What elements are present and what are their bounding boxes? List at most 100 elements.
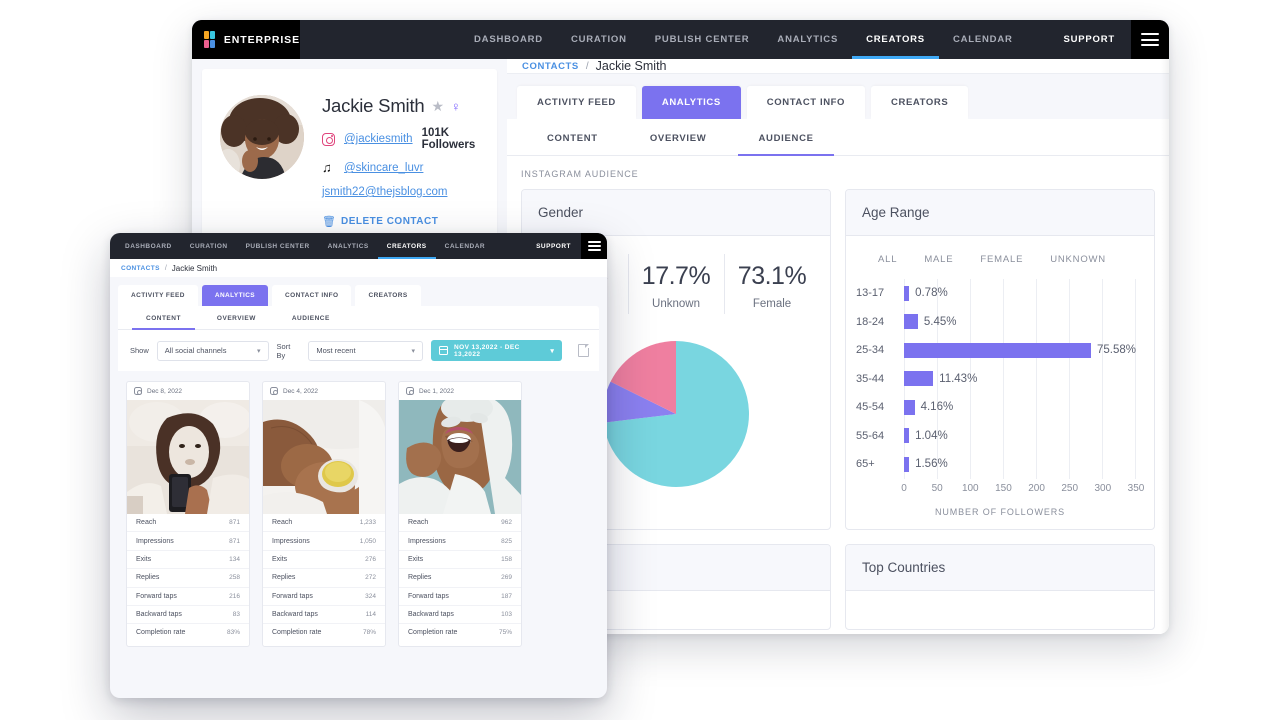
post-metric-row: Completion rate 75% <box>399 623 521 641</box>
post-metric-value: 962 <box>501 519 512 527</box>
hamburger-menu-icon[interactable] <box>1131 20 1169 59</box>
gender-stat-unknown-value: 17.7% <box>641 262 711 290</box>
post-card[interactable]: Dec 1, 2022 Reach 962 Impressions 825 Exits 1… <box>398 381 522 647</box>
nav-item-analytics[interactable]: ANALYTICS <box>763 20 852 59</box>
tiktok-handle-link[interactable]: @skincare_luvr <box>344 162 423 174</box>
gender-stat-female: 73.1% Female <box>724 248 820 320</box>
export-file-icon[interactable] <box>578 344 589 357</box>
gender-card-title: Gender <box>522 190 830 236</box>
post-card[interactable]: Dec 4, 2022 Reach 1,233 Impressions 1,050 Ex… <box>262 381 386 647</box>
nav-item-curation[interactable]: CURATION <box>557 20 641 59</box>
nav-item-creators[interactable]: CREATORS <box>852 20 939 59</box>
post-metric-row: Reach 1,233 <box>263 514 385 531</box>
age-filter-male[interactable]: MALE <box>924 254 980 265</box>
instagram-handle-link[interactable]: @jackiesmith <box>344 133 413 145</box>
post-metric-label: Completion rate <box>408 629 458 637</box>
age-bar-category-label: 55-64 <box>856 429 885 442</box>
front-subtab-content[interactable]: CONTENT <box>128 306 199 330</box>
age-bar-value-label: 1.04% <box>915 429 948 442</box>
age-bar-category-label: 18-24 <box>856 315 885 328</box>
front-tab-activity-feed[interactable]: ACTIVITY FEED <box>118 285 198 306</box>
star-icon[interactable]: ★ <box>431 98 444 115</box>
x-axis-tick: 0 <box>901 482 907 494</box>
gender-stat-female-label: Female <box>752 298 792 310</box>
post-card[interactable]: Dec 8, 2022 Reach 871 Impressions 871 Exits 1… <box>126 381 250 647</box>
front-tab-contact-info[interactable]: CONTACT INFO <box>272 285 352 306</box>
front-hamburger-menu-icon[interactable] <box>581 233 607 259</box>
subtab-audience[interactable]: AUDIENCE <box>732 119 839 156</box>
email-link[interactable]: jsmith22@thejsblog.com <box>322 186 479 198</box>
tab-contact-info[interactable]: CONTACT INFO <box>746 86 866 119</box>
post-metric-label: Impressions <box>408 537 446 545</box>
subtab-overview[interactable]: OVERVIEW <box>624 119 733 155</box>
tab-analytics[interactable]: ANALYTICS <box>641 86 741 119</box>
profile-name-row: Jackie Smith ★ ♀ <box>322 95 479 117</box>
tab-activity-feed[interactable]: ACTIVITY FEED <box>517 86 636 119</box>
front-nav-item-curation[interactable]: CURATION <box>181 233 237 259</box>
front-nav-item-analytics[interactable]: ANALYTICS <box>319 233 378 259</box>
front-nav-item-publish-center[interactable]: PUBLISH CENTER <box>237 233 319 259</box>
brand-logo-block[interactable]: ENTERPRISE <box>192 20 300 59</box>
post-thumbnail <box>127 400 249 514</box>
front-content-area: Dec 8, 2022 Reach 871 Impressions 871 Exits 1… <box>110 371 607 681</box>
post-metric-row: Impressions 871 <box>127 531 249 549</box>
delete-contact-label: DELETE CONTACT <box>340 216 439 227</box>
topbar-right: SUPPORT <box>1047 20 1169 59</box>
front-nav-item-dashboard[interactable]: DASHBOARD <box>116 233 181 259</box>
post-metric-value: 1,233 <box>359 519 376 527</box>
support-link[interactable]: SUPPORT <box>1047 34 1131 45</box>
breadcrumb-contacts-link[interactable]: CONTACTS <box>522 61 579 72</box>
age-filter-unknown[interactable]: UNKNOWN <box>1050 254 1133 265</box>
subtab-content[interactable]: CONTENT <box>521 119 624 155</box>
post-metric-row: Completion rate 83% <box>127 623 249 641</box>
date-range-button[interactable]: NOV 13,2022 - DEC 13,2022 ▾ <box>431 340 563 361</box>
front-support-link[interactable]: SUPPORT <box>526 243 581 250</box>
trash-icon: 🗑 <box>322 216 336 228</box>
post-metric-value: 103 <box>501 611 512 619</box>
post-thumbnail <box>399 400 521 514</box>
front-nav-item-creators[interactable]: CREATORS <box>377 233 436 259</box>
front-nav-links: DASHBOARD CURATION PUBLISH CENTER ANALYT… <box>116 233 494 259</box>
age-filter-female[interactable]: FEMALE <box>980 254 1050 265</box>
tab-row: ACTIVITY FEED ANALYTICS CONTACT INFO CRE… <box>517 86 1169 119</box>
instagram-icon <box>270 387 278 395</box>
front-nav-item-calendar[interactable]: CALENDAR <box>436 233 494 259</box>
age-bar-category-label: 13-17 <box>856 287 885 300</box>
front-tab-analytics[interactable]: ANALYTICS <box>201 285 269 306</box>
top-countries-card-title: Top Countries <box>846 544 1154 591</box>
front-tab-creators[interactable]: CREATORS <box>355 285 421 306</box>
post-metric-label: Backward taps <box>408 611 454 619</box>
age-bar <box>904 342 1091 358</box>
post-metric-row: Replies 272 <box>263 568 385 586</box>
gender-stat-unknown-label: Unknown <box>652 298 700 310</box>
age-range-filters: ALL MALE FEMALE UNKNOWN <box>856 248 1144 279</box>
post-metric-value: 276 <box>365 555 376 563</box>
nav-item-dashboard[interactable]: DASHBOARD <box>460 20 557 59</box>
post-metric-value: 871 <box>229 519 240 527</box>
post-metric-label: Exits <box>272 555 288 563</box>
sort-by-select[interactable]: Most recent ▾ <box>308 340 424 361</box>
post-metric-label: Replies <box>136 574 160 582</box>
post-metric-value: 187 <box>501 592 512 600</box>
front-breadcrumb-contacts-link[interactable]: CONTACTS <box>121 265 160 272</box>
screenshot-stage: ENTERPRISE DASHBOARD CURATION PUBLISH CE… <box>0 0 1280 720</box>
post-metric-label: Reach <box>136 519 157 527</box>
nav-item-publish-center[interactable]: PUBLISH CENTER <box>641 20 764 59</box>
tab-creators[interactable]: CREATORS <box>871 86 969 119</box>
delete-contact-button[interactable]: 🗑 DELETE CONTACT <box>322 215 479 228</box>
social-channel-select[interactable]: All social channels ▾ <box>156 340 269 361</box>
nav-item-calendar[interactable]: CALENDAR <box>939 20 1027 59</box>
front-tab-row: ACTIVITY FEED ANALYTICS CONTACT INFO CRE… <box>118 285 607 306</box>
front-subtab-overview[interactable]: OVERVIEW <box>199 306 274 329</box>
front-subtab-audience[interactable]: AUDIENCE <box>274 306 348 329</box>
post-metric-value: 871 <box>229 537 240 545</box>
age-filter-all[interactable]: ALL <box>878 254 924 265</box>
nav-links: DASHBOARD CURATION PUBLISH CENTER ANALYT… <box>460 20 1027 59</box>
age-chart-x-axis-title: NUMBER OF FOLLOWERS <box>934 506 1066 517</box>
tiktok-handle-row: ♫ @skincare_luvr <box>322 161 479 175</box>
age-chart-x-axis: 0 50 100 150 200 250 300 350 <box>901 482 1144 499</box>
instagram-icon <box>322 132 335 146</box>
top-navigation-bar: ENTERPRISE DASHBOARD CURATION PUBLISH CE… <box>192 20 1169 59</box>
post-metric-value: 272 <box>365 574 376 582</box>
post-metric-row: Forward taps 324 <box>263 586 385 605</box>
